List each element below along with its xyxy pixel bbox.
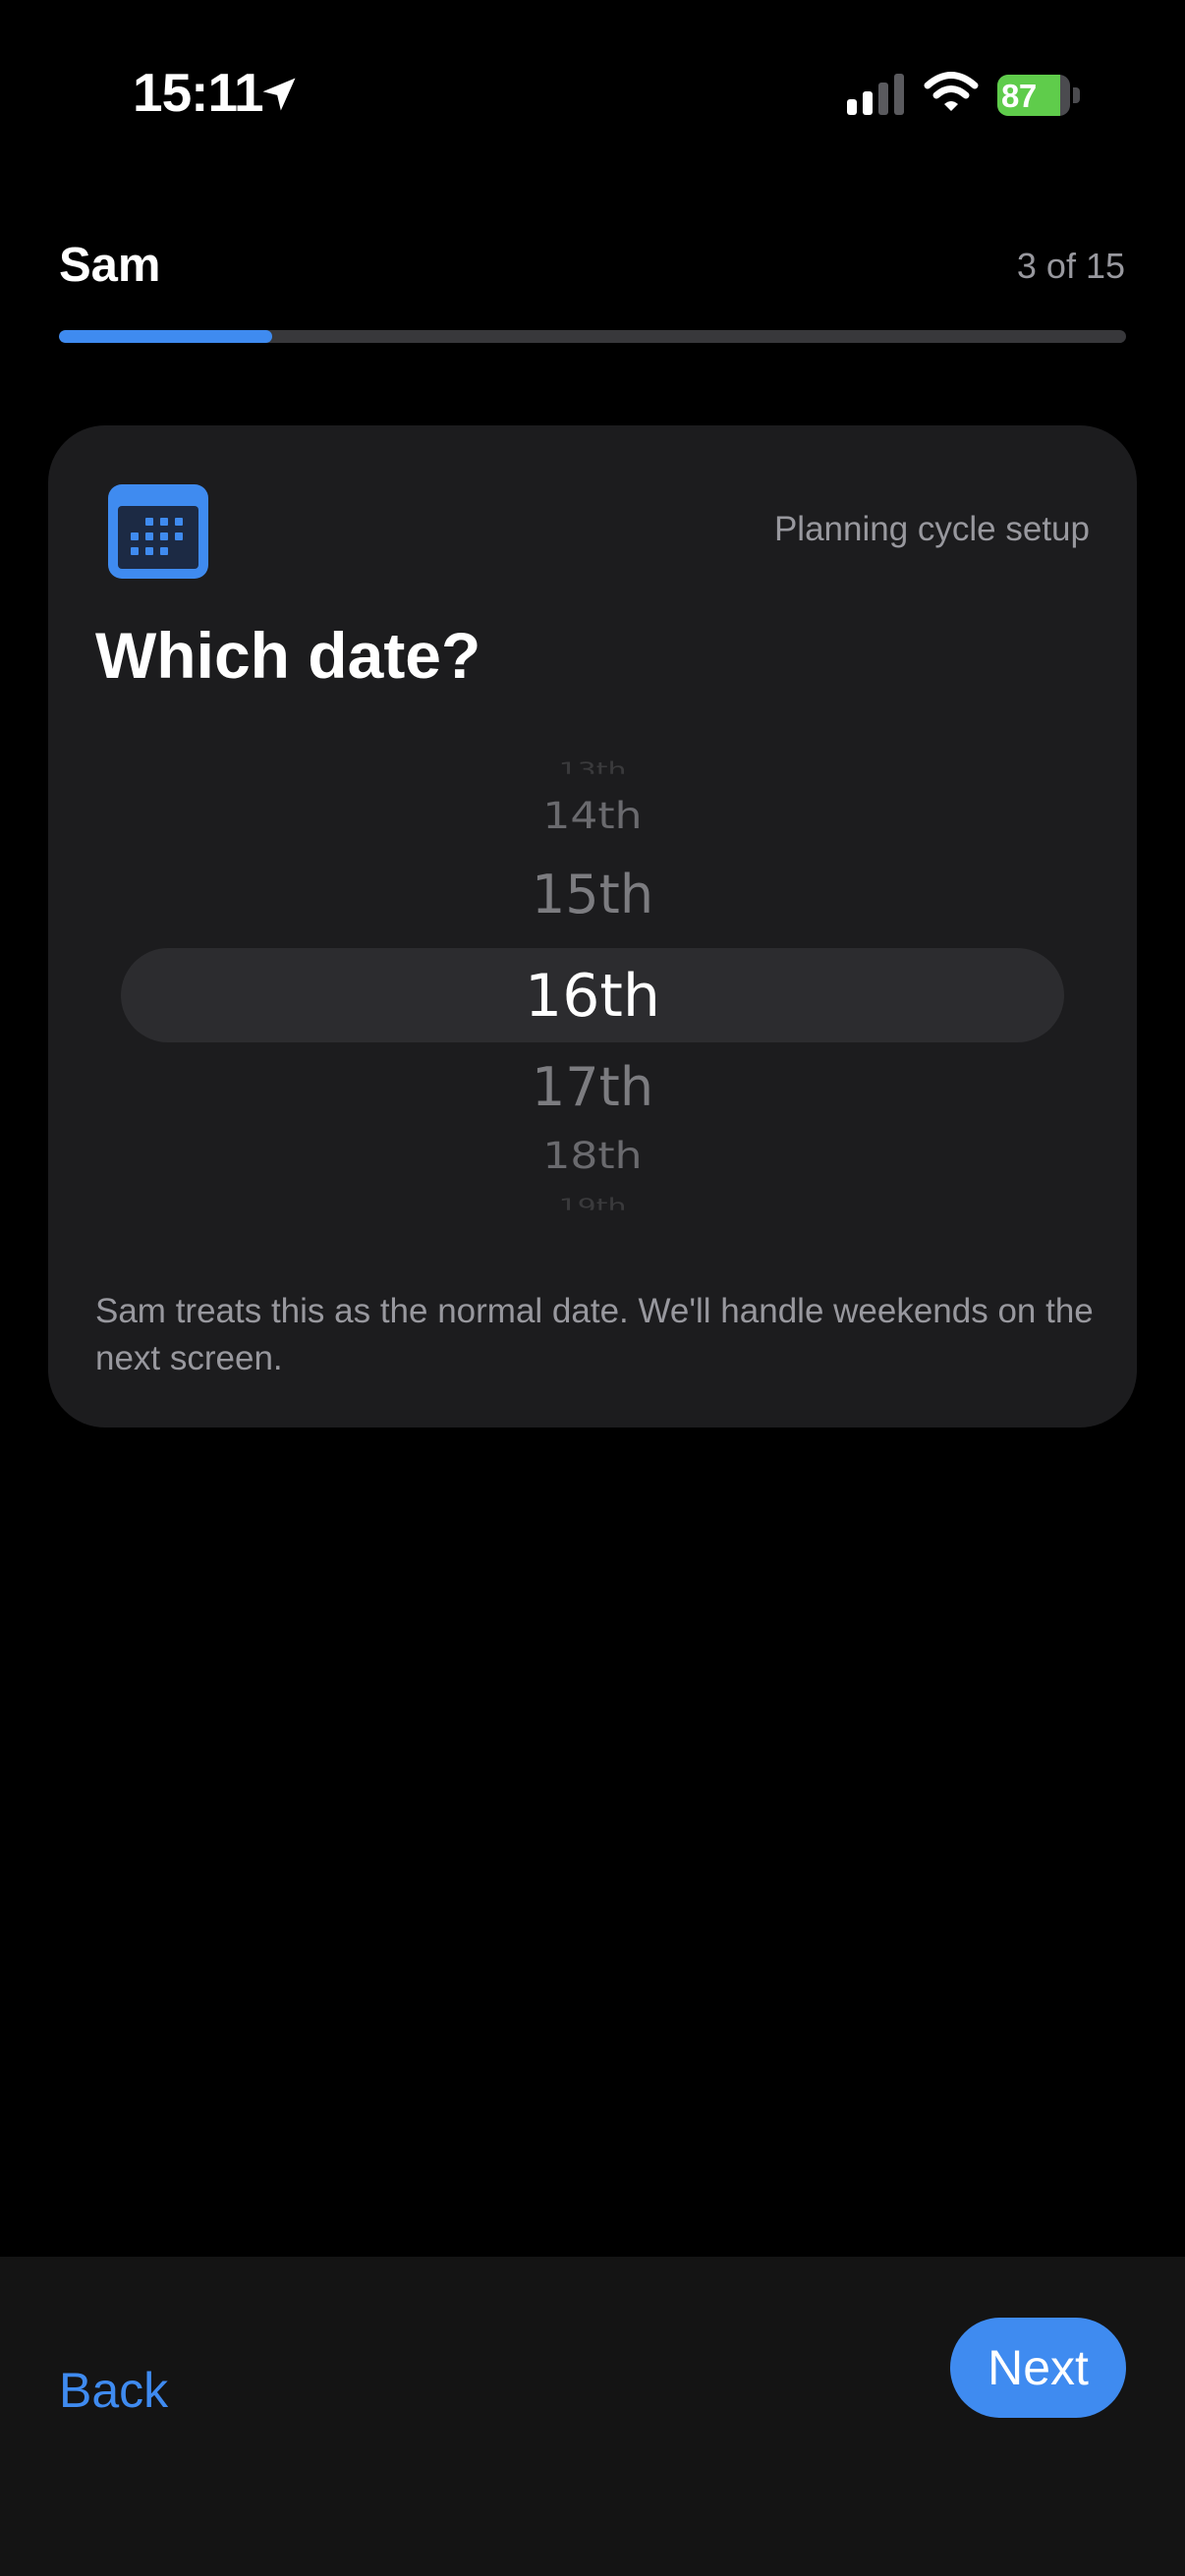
wifi-icon (924, 72, 979, 111)
date-picker-wheel[interactable]: 13th 14th 15th 16th 17th 18th 19th (48, 759, 1137, 1221)
helper-text: Sam treats this as the normal date. We'l… (95, 1292, 1094, 1377)
calendar-icon (108, 484, 208, 579)
next-button[interactable]: Next (950, 2318, 1126, 2418)
status-time: 15:11 (133, 62, 264, 123)
picker-item[interactable]: 18th (48, 1135, 1137, 1177)
setup-card: Planning cycle setup Which date? 13th 14… (48, 425, 1137, 1428)
step-counter: 3 of 15 (1016, 246, 1125, 286)
section-label: Planning cycle setup (773, 510, 1090, 548)
cellular-signal-icon (847, 74, 904, 115)
progress-bar (59, 330, 1126, 343)
question-heading: Which date? (95, 619, 481, 692)
picker-item[interactable]: 14th (48, 795, 1137, 837)
picker-item[interactable]: 15th (48, 864, 1137, 925)
battery-body: 87 (997, 75, 1070, 116)
picker-item[interactable]: 17th (48, 1056, 1137, 1118)
battery-cap (1073, 87, 1080, 103)
battery-percent: 87 (1001, 78, 1037, 114)
location-arrow-icon (262, 78, 296, 111)
picker-item-selected[interactable]: 16th (48, 962, 1137, 1031)
battery-indicator: 87 (997, 75, 1080, 116)
progress-fill (59, 330, 273, 343)
picker-item[interactable]: 13th (48, 759, 1137, 774)
status-bar: 15:11 87 (0, 0, 1185, 187)
picker-item[interactable]: 19th (48, 1195, 1137, 1209)
bottom-navigation-bar: Back Next (0, 2257, 1185, 2576)
page-title: Sam (59, 239, 161, 292)
back-button[interactable]: Back (59, 2362, 168, 2419)
